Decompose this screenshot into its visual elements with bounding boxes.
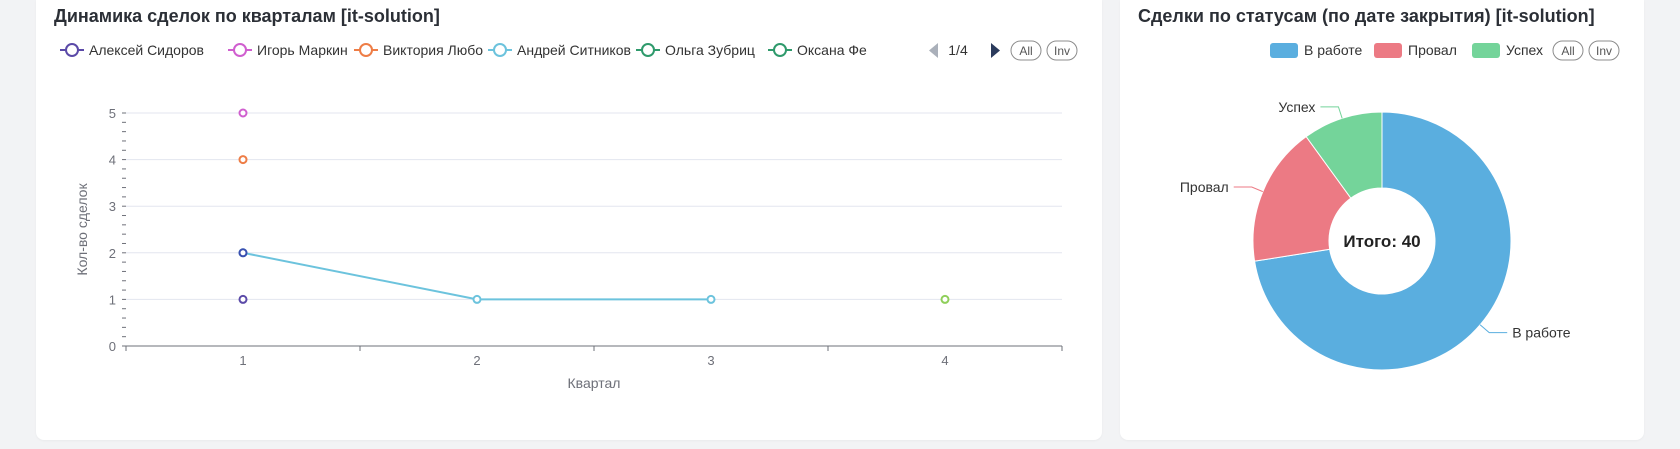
legend-inv-button[interactable]: Inv: [1046, 40, 1078, 61]
legend-inv-button-label: Inv: [1054, 44, 1070, 58]
legend-circle-icon: [773, 43, 787, 57]
legend-label: Виктория Любо: [383, 42, 483, 58]
page-indicator: 1/4: [948, 42, 968, 58]
donut-total-label: Итого: 40: [1343, 232, 1420, 251]
x-tick-label: 2: [473, 353, 480, 368]
page-next-icon[interactable]: [991, 43, 1000, 58]
legend-swatch-icon: [1270, 43, 1298, 58]
legend-item[interactable]: Андрей Ситников: [488, 42, 631, 58]
y-tick-label: 3: [109, 199, 116, 214]
series-unnamed: [238, 248, 248, 258]
line-chart-axes: 0 1 2 3 4 5 1 2 3 4 Квартал Кол-во сделок: [74, 106, 1063, 391]
legend-all-button[interactable]: All: [1552, 40, 1584, 61]
legend-circle-icon: [65, 43, 79, 57]
legend-all-button[interactable]: All: [1010, 40, 1042, 61]
legend-inv-button-label: Inv: [1596, 44, 1612, 58]
legend-label: Провал: [1408, 42, 1457, 58]
series-Игорь Маркин: [238, 108, 248, 118]
data-point[interactable]: [940, 294, 950, 304]
legend-circle-icon: [359, 43, 373, 57]
legend-circle-icon: [233, 43, 247, 57]
y-tick-label: 2: [109, 246, 116, 261]
y-tick-label: 5: [109, 106, 116, 121]
data-point[interactable]: [238, 294, 248, 304]
slice-label: Успех: [1278, 99, 1315, 115]
data-point[interactable]: [238, 155, 248, 165]
slice-leader-line: [1320, 106, 1343, 119]
legend-item[interactable]: Ольга Зубриц: [636, 42, 755, 58]
series-Виктория Любо: [238, 155, 248, 165]
legend-swatch-icon: [1374, 43, 1402, 58]
data-point[interactable]: [238, 108, 248, 118]
legend-pager: 1/4: [929, 42, 1000, 58]
legend-item[interactable]: Оксана Фе: [768, 42, 867, 58]
line-chart-card: Динамика сделок по кварталам [it-solutio…: [36, 0, 1102, 440]
legend-label: Андрей Ситников: [517, 42, 631, 58]
legend-item[interactable]: Успех: [1472, 42, 1543, 58]
legend-label: Ольга Зубриц: [665, 42, 755, 58]
line-chart: Алексей Сидоров Игорь Маркин Виктория Любо…: [60, 40, 1078, 391]
x-axis-title: Квартал: [568, 375, 621, 391]
slice-label: Провал: [1180, 179, 1229, 195]
slice-leader-line: [1479, 324, 1508, 334]
legend-label: Успех: [1506, 42, 1543, 58]
legend-all-button-label: All: [1561, 44, 1574, 58]
pie-chart-card: Сделки по статусам (по дате закрытия) [i…: [1120, 0, 1644, 440]
series-Андрей Ситников: [238, 248, 716, 304]
legend-label: Алексей Сидоров: [89, 42, 204, 58]
series-line: [242, 251, 711, 301]
x-tick-label: 1: [239, 353, 246, 368]
data-point[interactable]: [706, 294, 716, 304]
legend-all-button-label: All: [1019, 44, 1032, 58]
slice-leader-line: [1233, 186, 1264, 193]
legend-circle-icon: [493, 43, 507, 57]
legend-swatch-icon: [1472, 43, 1500, 58]
legend-item[interactable]: В работе: [1270, 42, 1363, 58]
page-prev-icon[interactable]: [929, 43, 938, 58]
pie-chart-legend: В работе Провал Успех All Inv: [1270, 40, 1620, 61]
legend-item[interactable]: Игорь Маркин: [228, 42, 348, 58]
series-unnamed: [940, 294, 950, 304]
legend-label: Оксана Фе: [797, 42, 867, 58]
y-axis-title: Кол-во сделок: [74, 183, 90, 276]
x-tick-label: 3: [707, 353, 714, 368]
y-tick-label: 1: [109, 292, 116, 307]
line-chart-grid: [126, 112, 1062, 300]
data-point[interactable]: [238, 248, 248, 258]
y-tick-label: 4: [109, 153, 116, 168]
slice-label: В работе: [1512, 325, 1571, 341]
y-tick-label: 0: [109, 339, 116, 354]
legend-label: В работе: [1304, 42, 1363, 58]
pie-chart: В работе Провал Успех All Inv В работе Провал…: [1180, 40, 1620, 371]
line-chart-legend: Алексей Сидоров Игорь Маркин Виктория Любо…: [60, 40, 1078, 61]
data-point[interactable]: [472, 294, 482, 304]
legend-item[interactable]: Алексей Сидоров: [60, 42, 204, 58]
series-Алексей Сидоров: [238, 294, 248, 304]
legend-inv-button[interactable]: Inv: [1588, 40, 1620, 61]
legend-item[interactable]: Провал: [1374, 42, 1457, 58]
legend-circle-icon: [641, 43, 655, 57]
legend-item[interactable]: Виктория Любо: [354, 42, 483, 58]
x-tick-label: 4: [941, 353, 948, 368]
legend-label: Игорь Маркин: [257, 42, 348, 58]
